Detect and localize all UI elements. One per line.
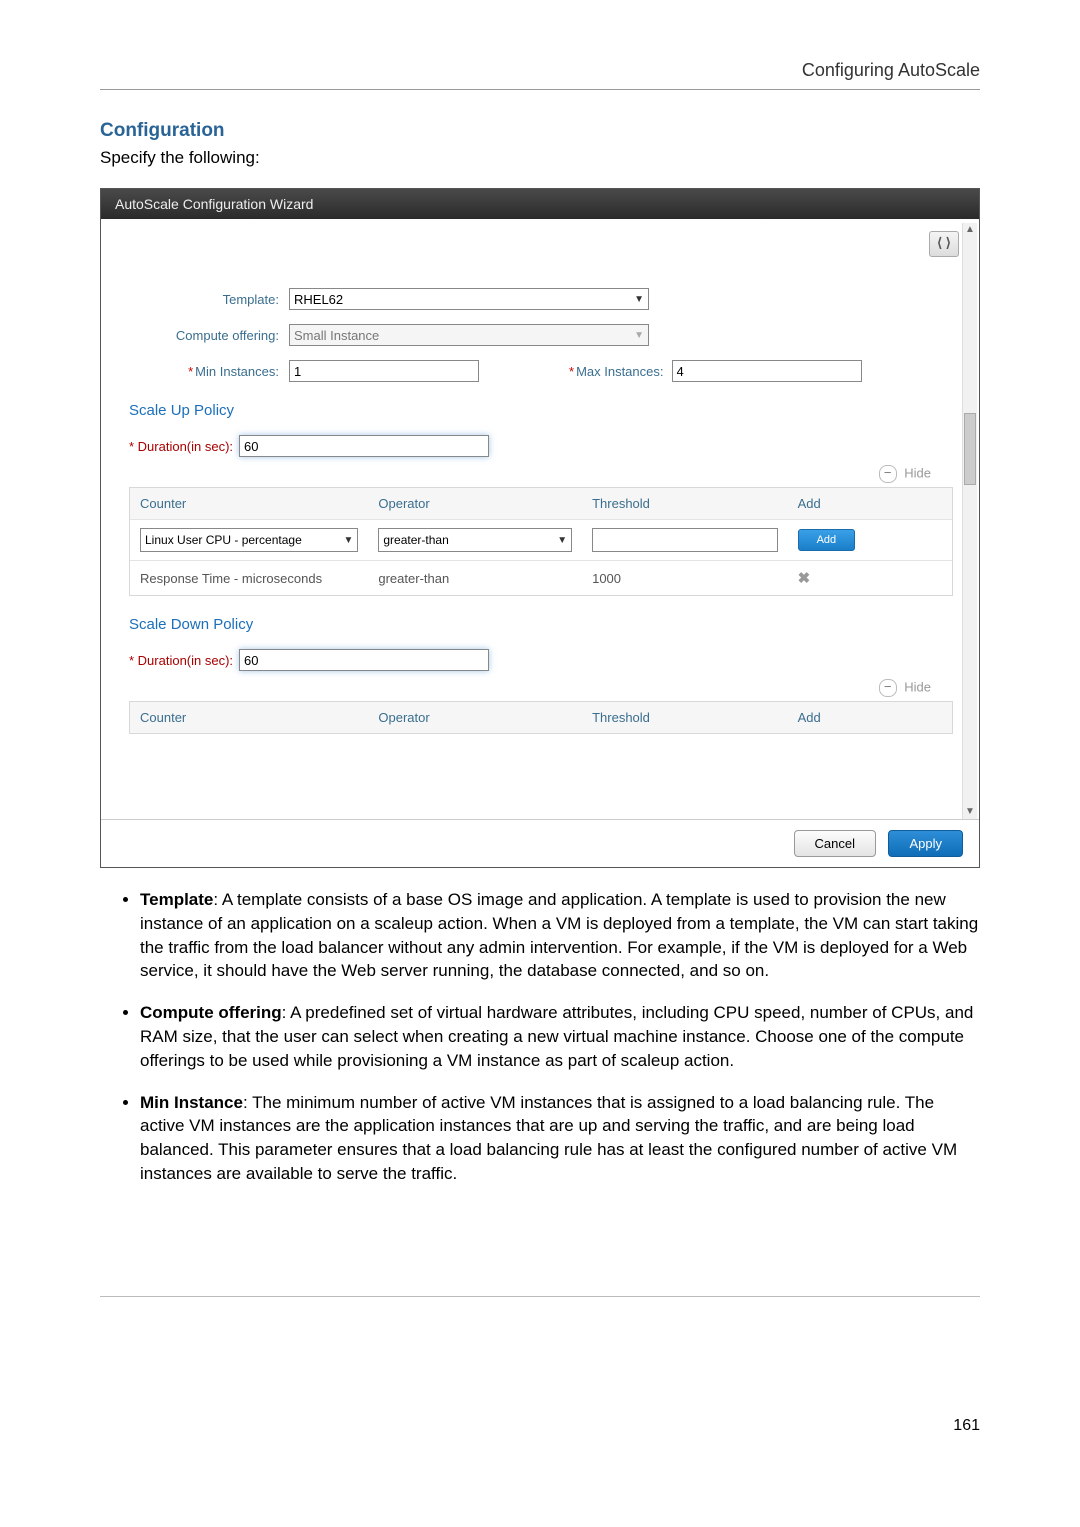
list-item: Template: A template consists of a base … (140, 888, 980, 983)
min-instances-label: *Min Instances: (129, 364, 289, 379)
section-subtitle: Specify the following: (100, 148, 980, 168)
compute-label: Compute offering: (129, 328, 289, 343)
cancel-button[interactable]: Cancel (794, 830, 876, 857)
max-instances-input[interactable] (672, 360, 862, 382)
col-add: Add (788, 702, 952, 733)
operator-select[interactable]: greater-than ▼ (378, 528, 572, 552)
add-condition-button[interactable]: Add (798, 529, 856, 551)
wizard-settings-icon[interactable]: ⟨ ⟩ (929, 231, 959, 257)
chevron-down-icon: ▼ (634, 330, 644, 341)
scale-up-title: Scale Up Policy (129, 402, 951, 419)
header-rule (100, 89, 980, 90)
threshold-input[interactable] (592, 528, 778, 552)
scaledown-duration-label: * Duration(in sec): (129, 653, 233, 668)
scaleup-conditions-table: Counter Operator Threshold Add Linux Use… (129, 487, 953, 596)
template-select[interactable]: RHEL62 ▼ (289, 288, 649, 310)
apply-button[interactable]: Apply (888, 830, 963, 857)
min-instances-input[interactable] (289, 360, 479, 382)
wizard-title: AutoScale Configuration Wizard (101, 189, 979, 219)
table-header: Counter Operator Threshold Add (130, 702, 952, 733)
scale-down-title: Scale Down Policy (129, 616, 951, 633)
scaleup-duration-label: * Duration(in sec): (129, 439, 233, 454)
breadcrumb: Configuring AutoScale (100, 60, 980, 85)
template-label: Template: (129, 292, 289, 307)
section-title: Configuration (100, 120, 980, 142)
template-value: RHEL62 (294, 292, 343, 307)
scroll-up-icon[interactable]: ▲ (963, 223, 977, 237)
scroll-thumb[interactable] (964, 413, 976, 485)
counter-select[interactable]: Linux User CPU - percentage ▼ (140, 528, 358, 552)
autoscale-wizard: AutoScale Configuration Wizard ⟨ ⟩ ▲ ▼ T… (100, 188, 980, 868)
chevron-down-icon: ▼ (343, 535, 353, 546)
max-instances-label: *Max Instances: (569, 364, 664, 379)
page-number: 161 (100, 1417, 980, 1435)
minus-icon[interactable]: − (879, 679, 897, 697)
scaleup-duration-input[interactable] (239, 435, 489, 457)
list-item: Min Instance: The minimum number of acti… (140, 1091, 980, 1186)
compute-value: Small Instance (294, 328, 379, 343)
row-threshold: 1000 (582, 563, 788, 594)
list-item: Compute offering: A predefined set of vi… (140, 1001, 980, 1072)
scroll-down-icon[interactable]: ▼ (963, 805, 977, 819)
hide-link[interactable]: Hide (904, 465, 931, 480)
wizard-footer: Cancel Apply (101, 819, 979, 867)
scrollbar[interactable]: ▲ ▼ (962, 223, 977, 819)
row-operator: greater-than (368, 563, 582, 594)
col-add: Add (788, 488, 952, 519)
col-threshold: Threshold (582, 488, 788, 519)
scaledown-conditions-table: Counter Operator Threshold Add (129, 701, 953, 734)
col-threshold: Threshold (582, 702, 788, 733)
description-list: Template: A template consists of a base … (100, 888, 980, 1186)
compute-select[interactable]: Small Instance ▼ (289, 324, 649, 346)
delete-row-icon[interactable]: ✖ (798, 570, 811, 587)
col-operator: Operator (368, 488, 582, 519)
chevron-down-icon: ▼ (557, 535, 567, 546)
col-counter: Counter (130, 488, 368, 519)
footer-rule (100, 1296, 980, 1297)
scaledown-duration-input[interactable] (239, 649, 489, 671)
minus-icon[interactable]: − (879, 465, 897, 483)
col-operator: Operator (368, 702, 582, 733)
row-counter: Response Time - microseconds (130, 563, 368, 594)
chevron-down-icon: ▼ (634, 294, 644, 305)
hide-link[interactable]: Hide (904, 679, 931, 694)
table-header: Counter Operator Threshold Add (130, 488, 952, 519)
col-counter: Counter (130, 702, 368, 733)
